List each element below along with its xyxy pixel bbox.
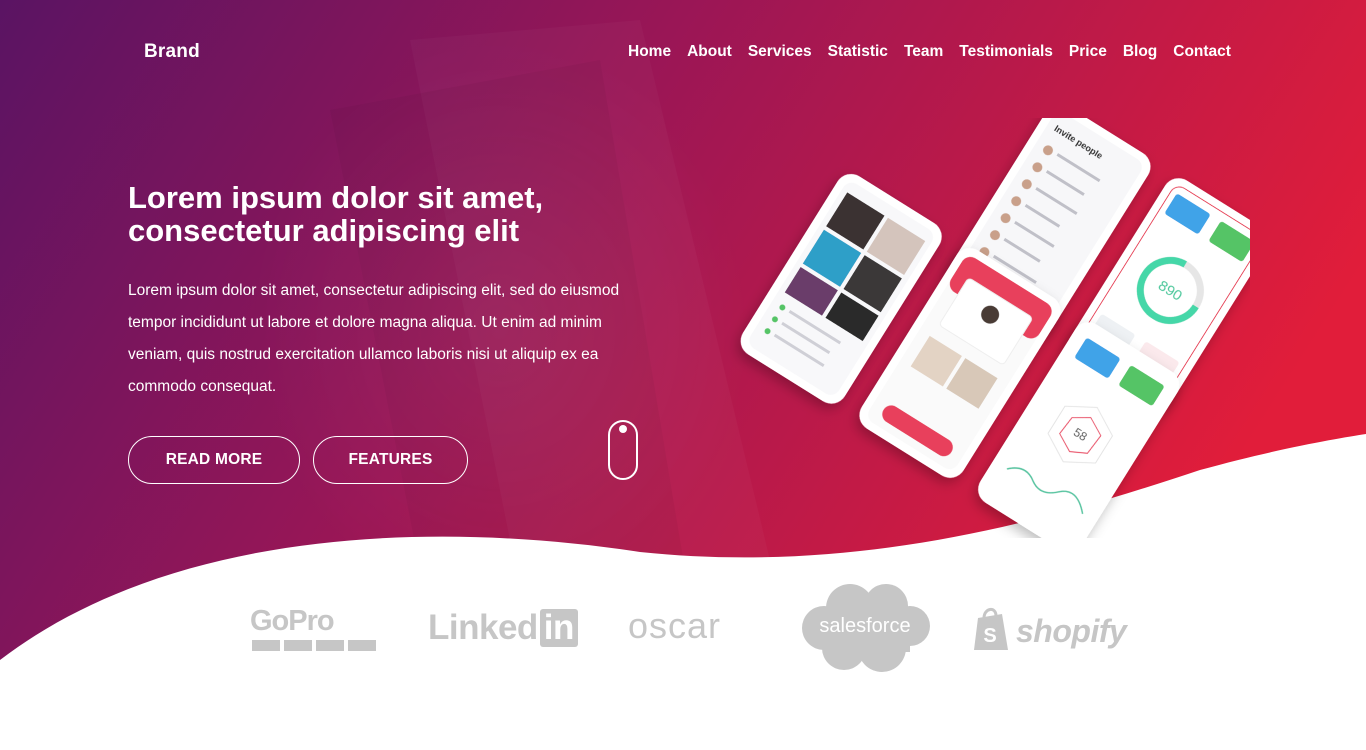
hero-title: Lorem ipsum dolor sit amet, consectetur …	[128, 181, 688, 247]
nav-link-statistic[interactable]: Statistic	[828, 43, 888, 61]
partner-logos: GoPro Linked in oscar salesforce S shopif…	[230, 578, 1140, 678]
svg-text:S: S	[983, 625, 996, 647]
shopify-logo-text: shopify	[1016, 613, 1127, 649]
gopro-logo-blocks	[252, 640, 380, 651]
linkedin-logo-text: Linked	[428, 608, 538, 647]
features-button[interactable]: FEATURES	[313, 436, 468, 484]
nav-link-home[interactable]: Home	[628, 43, 671, 61]
nav-link-about[interactable]: About	[687, 43, 732, 61]
nav-links: Home About Services Statistic Team Testi…	[628, 43, 1231, 61]
hero-description: Lorem ipsum dolor sit amet, consectetur …	[128, 282, 620, 395]
hero-title-line-1: Lorem ipsum dolor sit amet,	[128, 180, 544, 215]
salesforce-logo: salesforce	[800, 582, 930, 674]
nav-link-contact[interactable]: Contact	[1173, 43, 1231, 61]
hero-title-line-2: consectetur adipiscing elit	[128, 213, 520, 248]
salesforce-logo-text: salesforce	[819, 615, 911, 637]
shopify-bag-icon: S	[974, 608, 1008, 650]
brand-logo[interactable]: Brand	[144, 41, 200, 63]
linkedin-logo: Linked in	[428, 608, 578, 648]
nav-link-testimonials[interactable]: Testimonials	[959, 43, 1053, 61]
linkedin-logo-box: in	[539, 609, 578, 647]
scroll-down-icon[interactable]	[608, 420, 638, 480]
nav-link-services[interactable]: Services	[748, 43, 812, 61]
read-more-button[interactable]: READ MORE	[128, 436, 300, 484]
gopro-logo-text: GoPro	[250, 605, 335, 637]
navbar: Brand Home About Services Statistic Team…	[0, 0, 1366, 105]
app-mockups-image: Invite people 890 58	[740, 118, 1250, 538]
nav-link-team[interactable]: Team	[904, 43, 943, 61]
scroll-wheel-dot	[619, 425, 627, 433]
nav-link-blog[interactable]: Blog	[1123, 43, 1157, 61]
oscar-logo: oscar	[628, 605, 722, 646]
nav-link-price[interactable]: Price	[1069, 43, 1107, 61]
